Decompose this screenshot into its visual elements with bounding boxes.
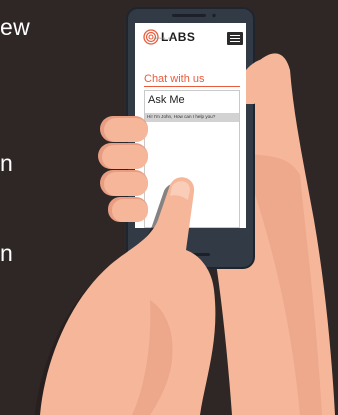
hamburger-icon[interactable] bbox=[227, 32, 243, 45]
phone-home-bar bbox=[174, 253, 210, 256]
phone-camera bbox=[212, 13, 216, 18]
chat-title: Chat with us bbox=[144, 73, 205, 85]
chat-message-text: Hi! I'm John, How can I help you? bbox=[147, 114, 216, 119]
chat-input[interactable]: Ask Me bbox=[148, 94, 185, 106]
chat-title-divider bbox=[144, 86, 240, 87]
chat-widget: Ask Me Hi! I'm John, How can I help you? bbox=[144, 90, 240, 228]
phone-screen: LABS innovate · grow Chat with us Ask Me… bbox=[135, 23, 246, 228]
brand-tagline: innovate · grow bbox=[154, 36, 175, 40]
chat-message: Hi! I'm John, How can I help you? bbox=[145, 113, 239, 122]
site-header: LABS innovate · grow bbox=[135, 23, 246, 53]
phone-speaker bbox=[172, 14, 206, 17]
